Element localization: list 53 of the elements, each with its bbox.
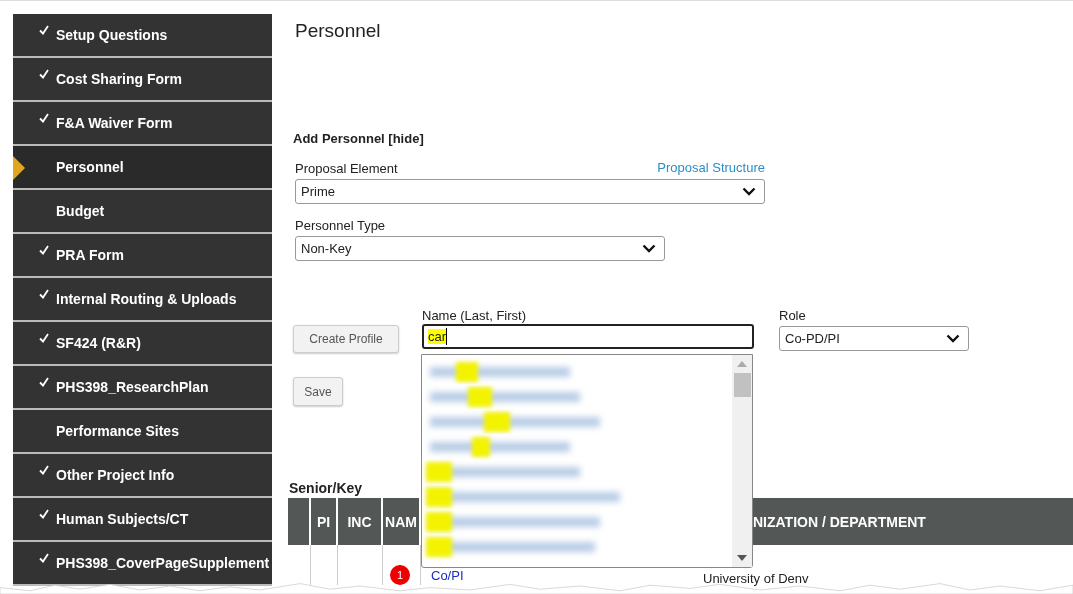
chevron-down-icon <box>642 244 656 253</box>
check-icon <box>39 25 49 35</box>
section-title: Add Personnel [hide] <box>293 131 425 146</box>
column-header: PI <box>311 498 338 545</box>
column-header: NIZATION / DEPARTMENT <box>751 498 1073 545</box>
personnel-type-select[interactable]: Non-Key <box>295 236 665 261</box>
column-header: NAM <box>383 498 421 545</box>
create-profile-button[interactable]: Create Profile <box>293 325 399 353</box>
check-icon <box>39 553 49 563</box>
sidebar-item[interactable]: PRA Form <box>13 234 272 278</box>
count-badge: 1 <box>390 565 410 585</box>
check-icon <box>39 113 49 123</box>
check-icon <box>39 289 49 299</box>
page-title: Personnel <box>295 21 382 40</box>
scrollbar[interactable] <box>732 355 752 567</box>
role-select[interactable]: Co-PD/PI <box>779 326 969 351</box>
proposal-element-select[interactable]: Prime <box>295 179 765 204</box>
sidebar-item[interactable]: Internal Routing & Uploads <box>13 278 272 322</box>
current-step-icon <box>13 156 25 180</box>
check-icon <box>39 509 49 519</box>
sidebar-item[interactable]: Setup Questions <box>13 14 272 58</box>
sidebar-item[interactable]: Performance Sites <box>13 410 272 454</box>
sidebar-item[interactable]: PHS398_ResearchPlan <box>13 366 272 410</box>
scroll-down-icon[interactable] <box>737 555 747 561</box>
scroll-up-icon[interactable] <box>737 361 747 367</box>
chevron-down-icon <box>742 187 756 196</box>
check-icon <box>39 377 49 387</box>
sidebar-item[interactable]: Cost Sharing Form <box>13 58 272 102</box>
field-label: Personnel Type <box>295 217 387 234</box>
scroll-thumb[interactable] <box>733 373 751 397</box>
sidebar-item[interactable]: Budget <box>13 190 272 234</box>
field-label: Proposal Element <box>295 160 398 177</box>
save-button[interactable]: Save <box>293 377 343 406</box>
sidebar-item[interactable]: SF424 (R&R) <box>13 322 272 366</box>
sidebar-item[interactable]: Human Subjects/CT <box>13 498 272 542</box>
field-label: Role <box>779 307 807 324</box>
table-cell: Co/PI <box>431 568 464 583</box>
check-icon <box>39 69 49 79</box>
sidebar-item[interactable]: Personnel <box>13 146 272 190</box>
name-field[interactable]: car <box>422 324 754 349</box>
check-icon <box>39 333 49 343</box>
check-icon <box>39 465 49 475</box>
column-header <box>288 498 311 545</box>
proposal-structure-link[interactable]: Proposal Structure <box>657 160 765 177</box>
sidebar-item[interactable]: F&A Waiver Form <box>13 102 272 146</box>
section-title: Senior/Key <box>289 480 363 496</box>
field-label: Name (Last, First) <box>422 307 527 324</box>
table-cell: University of Denv <box>703 571 809 586</box>
sidebar-item[interactable]: Other Project Info <box>13 454 272 498</box>
sidebar-item[interactable]: PHS398_CoverPageSupplement <box>13 542 272 586</box>
chevron-down-icon <box>946 334 960 343</box>
check-icon <box>39 245 49 255</box>
column-header: INC <box>338 498 383 545</box>
